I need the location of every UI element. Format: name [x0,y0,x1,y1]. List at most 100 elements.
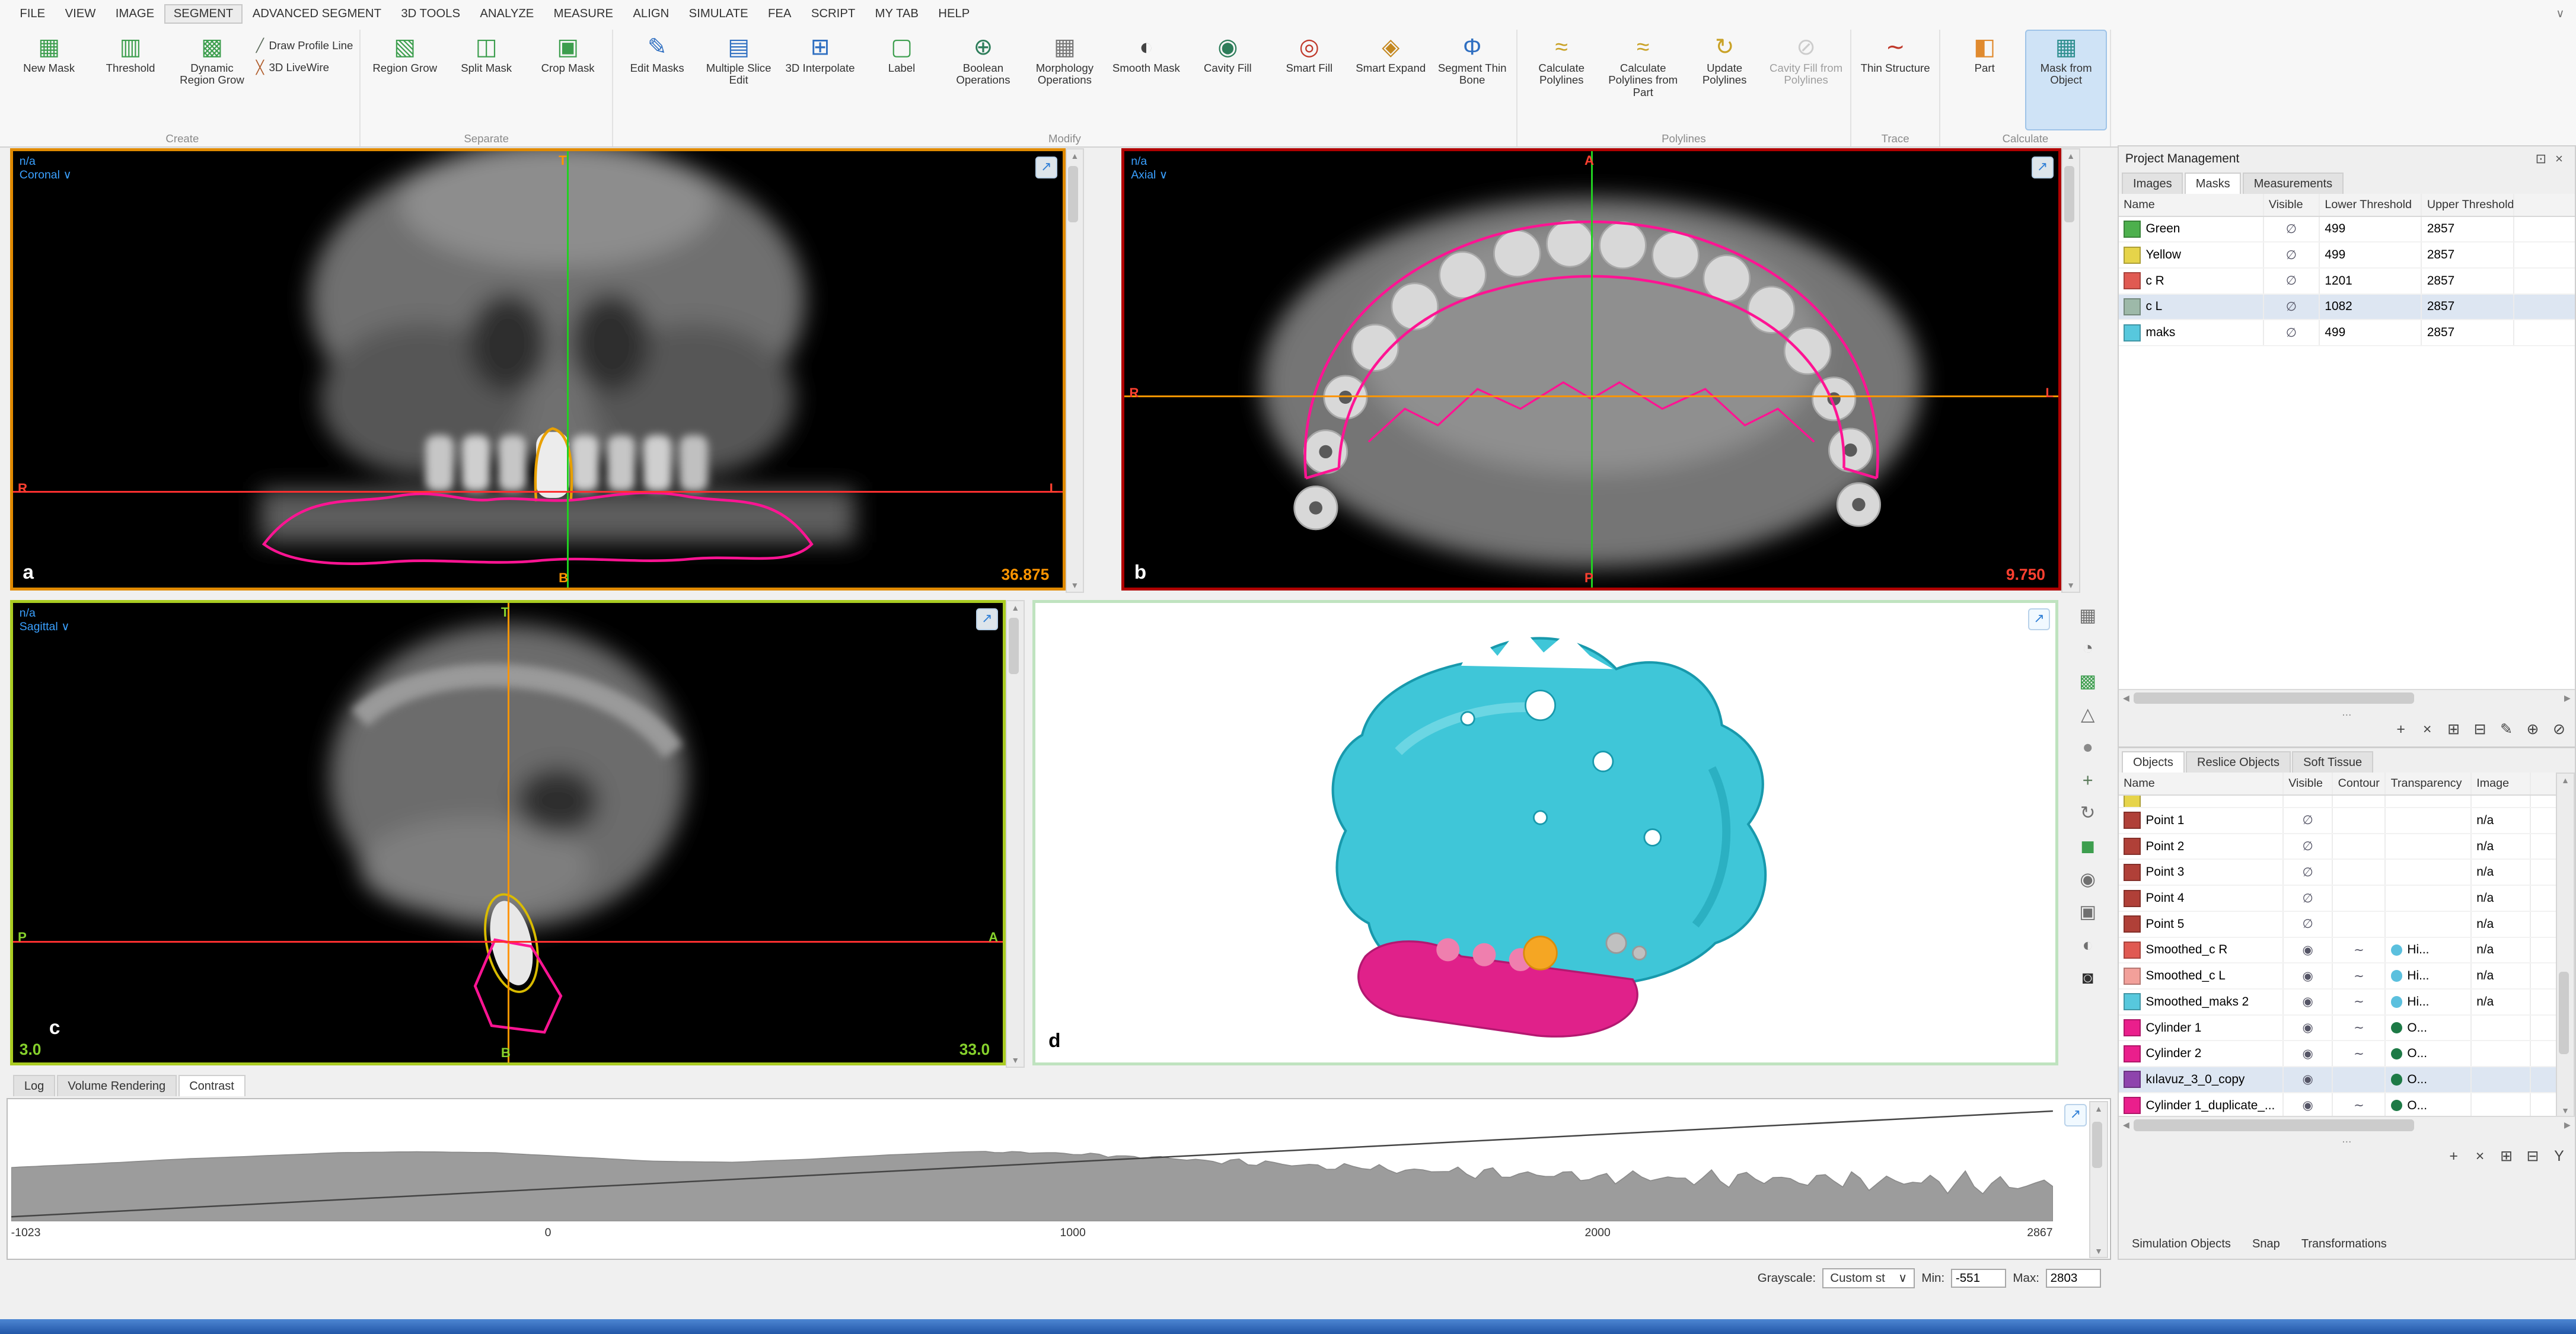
view-selector[interactable]: Sagittal ∨ [20,620,70,634]
object-properties-button[interactable]: ⊞ [2497,1147,2516,1166]
transparency-setting[interactable] [2386,886,2472,911]
min-input[interactable] [1951,1268,2007,1288]
scroll-left-icon[interactable]: ◀ [2119,693,2134,703]
menu-fea[interactable]: FEA [758,4,801,24]
transparency-setting[interactable] [2386,911,2472,937]
expand-viewport-button[interactable]: ↗ [2031,156,2054,178]
contour-toggle[interactable] [2333,795,2386,808]
rotate-tool-icon[interactable]: ↻ [2074,801,2100,826]
scroll-up-icon[interactable]: ▲ [2090,1104,2107,1113]
masks-col-lower-threshold[interactable]: Lower Threshold [2320,194,2422,216]
crosshair-horizontal[interactable] [12,941,1003,943]
scroll-thumb[interactable] [2064,166,2074,222]
split-mask-button[interactable]: ◫ Split Mask [445,30,527,130]
visible-toggle[interactable]: ∅ [2284,886,2333,911]
scroll-thumb[interactable] [2558,972,2569,1055]
transparency-setting[interactable]: O... [2386,1041,2472,1067]
histogram-scrollbar[interactable]: ▲ ▼ [2089,1100,2108,1259]
object-row-smoothed-c-l[interactable]: Smoothed_c L ◉ ∼ Hi... n/a [2118,963,2575,990]
mask-from-object-button[interactable]: ▦ Mask from Object [2025,30,2107,130]
menu-advanced-segment[interactable]: ADVANCED SEGMENT [243,4,391,24]
cavity-fill-from-polylines-button[interactable]: ⊘ Cavity Fill from Polylines [1765,30,1847,130]
mask-row-c-r[interactable]: c R ∅ 1201 2857 [2118,268,2575,295]
add-mask-button[interactable]: + [2392,720,2410,739]
object-row-cylinder-2[interactable]: Cylinder 2 ◉ ∼ O... [2118,1041,2575,1068]
threshold-button[interactable]: ▥ Threshold [90,30,171,130]
view-selector[interactable]: Coronal ∨ [20,168,72,183]
add-object-button[interactable]: + [2444,1147,2463,1166]
menu-image[interactable]: IMAGE [106,4,164,24]
crosshair-vertical[interactable] [507,603,509,1062]
tab-reslice-objects[interactable]: Reslice Objects [2186,751,2291,773]
mask-row-maks[interactable]: maks ∅ 499 2857 [2118,320,2575,347]
crosshair-vertical[interactable] [1591,151,1593,588]
contour-toggle[interactable]: ∼ [2333,990,2386,1014]
visible-toggle[interactable]: ∅ [2284,860,2333,885]
mask-row-c-l[interactable]: c L ∅ 1082 2857 [2118,294,2575,321]
scroll-up-icon[interactable]: ▲ [2062,151,2079,161]
objects-col-name[interactable]: Name [2119,773,2284,794]
tab-images[interactable]: Images [2122,173,2183,194]
crosshair-horizontal[interactable] [1124,395,2059,397]
cube-view-icon[interactable]: ◼ [2074,834,2100,859]
menu-align[interactable]: ALIGN [623,4,679,24]
menu-help[interactable]: HELP [929,4,980,24]
object-row-point-2[interactable]: Point 2 ∅ n/a [2118,834,2575,860]
transparency-setting[interactable] [2386,808,2472,833]
menu-3d-tools[interactable]: 3D TOOLS [391,4,470,24]
mask-properties-button[interactable]: ⊞ [2444,720,2463,739]
zoom-view-icon[interactable]: ◔ [2074,636,2100,661]
expand-viewport-button[interactable]: ↗ [2027,608,2051,630]
crop-mask-button[interactable]: ▣ Crop Mask [527,30,608,130]
visible-toggle[interactable]: ◉ [2284,1041,2333,1067]
masks-col-name[interactable]: Name [2119,194,2264,216]
objects-col-transparency[interactable]: Transparency [2386,773,2472,794]
tab-log[interactable]: Log [13,1075,55,1097]
scroll-up-icon[interactable]: ▲ [1007,603,1024,612]
multiple-slice-edit-button[interactable]: ▤ Multiple Slice Edit [698,30,779,130]
contour-toggle[interactable]: ∼ [2333,1093,2386,1116]
edit-masks-button[interactable]: ✎ Edit Masks [616,30,697,130]
tab-simulation-objects[interactable]: Simulation Objects [2122,1234,2240,1254]
object-row-point-3[interactable]: Point 3 ∅ n/a [2118,860,2575,886]
scroll-thumb[interactable] [1009,618,1019,674]
calculate-polylines-button[interactable]: ≈ Calculate Polylines [1521,30,1602,130]
expand-viewport-button[interactable]: ↗ [975,608,999,630]
crosshair-vertical[interactable] [567,151,569,588]
merge-objects-button[interactable]: Y [2550,1147,2568,1166]
visible-toggle[interactable]: ∅ [2264,320,2320,346]
update-polylines-button[interactable]: ↻ Update Polylines [1684,30,1765,130]
visible-toggle[interactable]: ◉ [2284,1015,2333,1041]
mask-row-yellow[interactable]: Yellow ∅ 499 2857 [2118,242,2575,269]
viewport-c-scrollbar[interactable]: ▲ ▼ [1006,600,1025,1068]
visible-toggle[interactable]: ∅ [2284,808,2333,833]
edit-mask-button[interactable]: ✎ [2497,720,2516,739]
menu-my-tab[interactable]: MY TAB [865,4,929,24]
object-row-point-1[interactable]: Point 1 ∅ n/a [2118,808,2575,834]
contour-toggle[interactable] [2333,808,2386,833]
delete-mask-button[interactable]: × [2418,720,2437,739]
panel-splitter[interactable]: ... [2119,1134,2575,1145]
contour-toggle[interactable] [2333,834,2386,859]
tab-snap[interactable]: Snap [2242,1234,2290,1254]
viewport-coronal[interactable]: n/a Coronal ∨ T B R L a 36.875 ↗ [9,148,1066,591]
visible-toggle[interactable]: ∅ [2264,294,2320,320]
scroll-right-icon[interactable]: ▶ [2560,693,2575,703]
contour-toggle[interactable]: ∼ [2333,1015,2386,1041]
scroll-thumb[interactable] [2133,1119,2414,1131]
object-row-k-lavuz-3-0-copy[interactable]: kılavuz_3_0_copy ◉ O... [2118,1067,2575,1093]
tab-measurements[interactable]: Measurements [2243,173,2344,194]
tab-objects[interactable]: Objects [2122,751,2185,773]
duplicate-object-button[interactable]: ⊟ [2524,1147,2542,1166]
transparency-setting[interactable] [2386,795,2472,808]
smart-expand-button[interactable]: ◈ Smart Expand [1350,30,1432,130]
cavity-fill-button[interactable]: ◉ Cavity Fill [1187,30,1268,130]
scroll-left-icon[interactable]: ◀ [2119,1120,2134,1130]
contour-toggle[interactable] [2333,886,2386,911]
visible-toggle[interactable]: ∅ [2264,216,2320,242]
menu-script[interactable]: SCRIPT [801,4,865,24]
menu-measure[interactable]: MEASURE [544,4,623,24]
scroll-up-icon[interactable]: ▲ [2557,775,2574,785]
transparency-setting[interactable] [2386,834,2472,859]
tab-masks[interactable]: Masks [2185,173,2242,194]
